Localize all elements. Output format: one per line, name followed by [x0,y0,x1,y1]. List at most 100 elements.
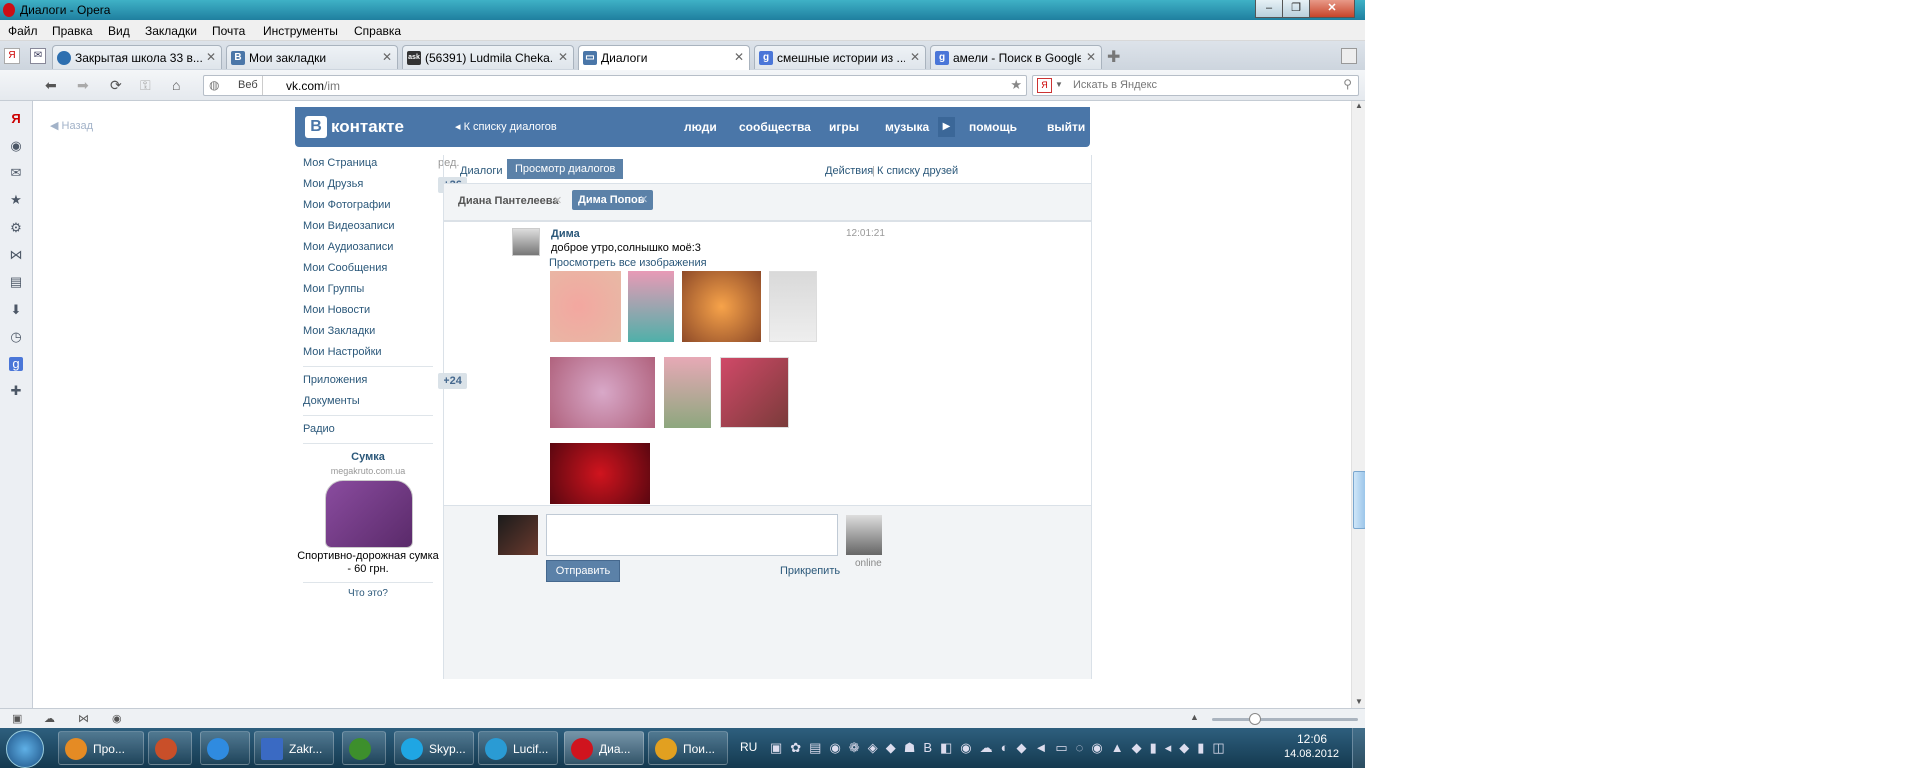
avatar[interactable] [512,228,540,256]
unite-icon[interactable]: ⋈ [9,248,23,262]
menu-help[interactable]: Справка [354,24,401,38]
photo-thumb[interactable] [550,443,650,504]
photo-thumb[interactable] [664,357,711,428]
menu-my-audio[interactable]: Мои Аудиозаписи [303,241,393,253]
yandex-icon[interactable]: Я [1037,78,1052,93]
menu-mail[interactable]: Почта [212,24,245,38]
notes-icon[interactable]: ▤ [9,275,23,289]
menu-my-bookmarks[interactable]: Мои Закладки [303,325,375,337]
forward-icon[interactable]: ➡ [77,77,89,94]
nav-logout[interactable]: выйти [1047,120,1085,134]
menu-apps[interactable]: Приложения [303,374,367,386]
menu-view[interactable]: Вид [108,24,130,38]
ad-domain[interactable]: megakruto.com.ua [303,466,433,476]
zoom-handle[interactable] [1249,713,1261,725]
scrollbar[interactable]: ▲ ▼ [1351,101,1365,708]
minimize-button[interactable]: ‒ [1255,0,1283,18]
reload-icon[interactable]: ⟳ [110,77,122,94]
close-icon[interactable]: ✕ [639,193,648,206]
scroll-thumb[interactable] [1353,471,1365,529]
menu-tools[interactable]: Инструменты [263,24,338,38]
start-button[interactable] [6,730,44,768]
menu-bookmarks[interactable]: Закладки [145,24,197,38]
search-icon[interactable]: ⚲ [1343,77,1352,91]
nav-music[interactable]: музыка [885,120,929,134]
menu-my-page[interactable]: Моя Страница [303,157,377,169]
menu-file[interactable]: Файл [8,24,38,38]
taskbar-item[interactable] [342,731,386,765]
widget-icon[interactable]: ◉ [9,139,23,153]
tab-funny-stories[interactable]: g смешные истории из ... ✕ [754,45,926,69]
nav-help[interactable]: помощь [969,120,1017,134]
clock-time[interactable]: 12:06 [1297,732,1327,746]
url-field[interactable]: ◍ Веб vk.com/im ★ [203,75,1027,96]
mail-icon[interactable]: ✉ [30,48,46,64]
send-button[interactable]: Отправить [546,560,620,582]
scroll-down-icon[interactable]: ▼ [1355,697,1363,706]
view-icon[interactable]: ▲ [1190,712,1199,722]
actions-link[interactable]: Действия [825,165,873,177]
back-link[interactable]: ◀ Назад [50,119,93,132]
scroll-up-icon[interactable]: ▲ [1355,101,1363,110]
photo-thumb[interactable] [769,271,817,342]
menu-my-news[interactable]: Мои Новости [303,304,370,316]
chevron-down-icon[interactable]: ▼ [1055,80,1063,89]
zoom-slider[interactable] [1212,718,1358,721]
history-icon[interactable]: ◷ [9,330,23,344]
unite-icon[interactable]: ⋈ [78,712,89,725]
show-desktop-button[interactable] [1352,728,1365,768]
play-icon[interactable]: ▶ [938,117,955,137]
taskbar-item[interactable] [200,731,250,765]
menu-edit[interactable]: Правка [52,24,93,38]
menu-my-settings[interactable]: Мои Настройки [303,346,382,358]
mail-icon[interactable]: ✉ [9,166,23,180]
taskbar-item[interactable]: Lucif... [478,731,558,765]
clock-date[interactable]: 14.08.2012 [1284,748,1339,760]
cloud-icon[interactable]: ☁ [44,712,55,725]
chip-dima[interactable]: Дима Попов ✕ [572,190,653,210]
photo-thumb[interactable] [550,357,655,428]
partner-avatar[interactable] [846,515,882,555]
photo-thumb[interactable] [720,357,789,428]
tab-bookmarks[interactable]: B Мои закладки ✕ [226,45,398,69]
photo-thumb[interactable] [628,271,674,342]
tab-view-dialogs[interactable]: Просмотр диалогов [507,159,624,179]
message-input[interactable] [546,514,838,556]
ad-title[interactable]: Сумка [303,451,433,463]
menu-my-groups[interactable]: Мои Группы [303,283,364,295]
turbo-icon[interactable]: ◉ [112,712,122,725]
new-tab-icon[interactable]: ✚ [1107,47,1120,67]
tab-dialogs[interactable]: ▭ Диалоги ✕ [578,45,750,70]
close-icon[interactable]: ✕ [382,50,392,64]
ad-what-link[interactable]: Что это? [303,588,433,599]
nav-games[interactable]: игры [829,120,859,134]
bookmarks-icon[interactable]: ★ [9,193,23,207]
taskbar-item[interactable] [148,731,192,765]
close-icon[interactable]: ✕ [558,50,568,64]
friends-list-link[interactable]: К списку друзей [877,165,958,177]
maximize-button[interactable]: ❐ [1282,0,1310,18]
close-icon[interactable]: ✕ [206,50,216,64]
close-icon[interactable]: ✕ [734,50,744,64]
tab-dialogs-list[interactable]: Диалоги [460,165,503,177]
attach-link[interactable]: Прикрепить [780,565,840,577]
home-icon[interactable]: ⌂ [172,77,180,93]
tray-icons[interactable]: ▣✿▤◉❁◈◆☗B◧◉☁◐◆◄▭◌◉▲◆▮◂◆▮◫ [770,740,1270,756]
photo-thumb[interactable] [550,271,621,342]
my-avatar[interactable] [498,515,538,555]
menu-radio[interactable]: Радио [303,423,335,435]
chip-diana[interactable]: Диана Пантелеева [458,195,559,207]
search-field[interactable]: Я ▼ Искать в Яндекс ⚲ [1032,75,1359,96]
photo-thumb[interactable] [682,271,761,342]
tab-school[interactable]: Закрытая школа 33 в... ✕ [52,45,222,69]
ad-image[interactable] [325,480,413,548]
tab-ask[interactable]: ask (56391) Ludmila Cheka... ✕ [402,45,574,69]
nav-communities[interactable]: сообщества [739,120,811,134]
close-icon[interactable]: ✕ [1086,50,1096,64]
taskbar-item[interactable]: Skyp... [394,731,474,765]
yandex-icon[interactable]: Я [4,48,20,64]
download-icon[interactable]: ⬇ [9,303,23,317]
close-icon[interactable]: ✕ [910,50,920,64]
menu-my-friends[interactable]: Мои Друзья [303,178,363,190]
message-author[interactable]: Дима [551,228,580,240]
